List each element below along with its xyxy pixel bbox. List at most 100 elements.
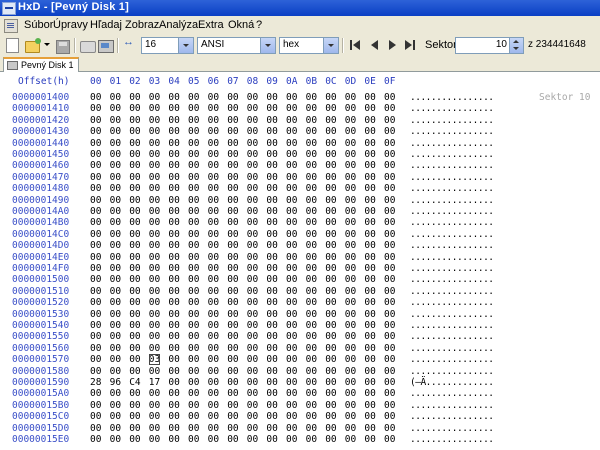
hex-byte[interactable]: 00 (110, 217, 121, 228)
hex-byte[interactable]: 00 (129, 160, 140, 171)
hex-byte[interactable]: 00 (384, 240, 395, 251)
hex-byte[interactable]: 00 (90, 423, 101, 434)
hex-byte[interactable]: 00 (247, 377, 258, 388)
hex-byte[interactable]: 00 (384, 297, 395, 308)
hex-byte[interactable]: 00 (110, 274, 121, 285)
hex-byte[interactable]: 00 (364, 263, 375, 274)
hex-byte[interactable]: 00 (286, 286, 297, 297)
hex-byte[interactable]: 00 (188, 434, 199, 445)
hex-byte[interactable]: 00 (208, 195, 219, 206)
hex-byte[interactable]: 00 (286, 274, 297, 285)
hex-byte[interactable]: 00 (266, 240, 277, 251)
hex-byte[interactable]: 00 (364, 138, 375, 149)
hex-byte[interactable]: 00 (227, 138, 238, 149)
hex-byte[interactable]: 00 (325, 388, 336, 399)
hex-byte[interactable]: 00 (384, 309, 395, 320)
hex-byte[interactable]: 00 (129, 400, 140, 411)
text-column[interactable]: ................ (410, 126, 494, 137)
hex-byte[interactable]: 00 (227, 400, 238, 411)
hex-byte[interactable]: 00 (227, 309, 238, 320)
hex-byte[interactable]: 00 (345, 217, 356, 228)
hex-byte[interactable]: 00 (110, 366, 121, 377)
hex-byte[interactable]: 00 (306, 252, 317, 263)
hex-byte[interactable]: 00 (149, 423, 160, 434)
hex-byte[interactable]: 00 (149, 309, 160, 320)
hex-byte[interactable]: 00 (90, 411, 101, 422)
hex-byte[interactable]: 00 (110, 126, 121, 137)
hex-byte[interactable]: 00 (149, 400, 160, 411)
hex-byte[interactable]: 00 (266, 411, 277, 422)
hex-byte[interactable]: 00 (306, 388, 317, 399)
hex-byte[interactable]: 00 (90, 183, 101, 194)
hex-byte[interactable]: 00 (110, 434, 121, 445)
hex-byte[interactable]: 96 (110, 377, 121, 388)
hex-byte[interactable]: 00 (345, 434, 356, 445)
hex-byte[interactable]: 00 (345, 400, 356, 411)
hex-byte[interactable]: 00 (364, 366, 375, 377)
hex-byte[interactable]: 00 (149, 263, 160, 274)
hex-byte[interactable]: 00 (266, 388, 277, 399)
hex-byte[interactable]: 00 (168, 354, 179, 365)
hex-byte[interactable]: 00 (266, 252, 277, 263)
hex-byte[interactable]: 00 (384, 411, 395, 422)
hex-byte[interactable]: 00 (149, 206, 160, 217)
hex-byte[interactable]: 00 (345, 103, 356, 114)
hex-byte[interactable]: 00 (110, 195, 121, 206)
hex-byte[interactable]: 00 (384, 206, 395, 217)
hex-byte[interactable]: 00 (149, 217, 160, 228)
hex-byte[interactable]: 00 (208, 331, 219, 342)
hex-byte[interactable]: 00 (286, 354, 297, 365)
hex-byte[interactable]: 00 (286, 434, 297, 445)
hex-byte[interactable]: 00 (168, 206, 179, 217)
menu-extra[interactable]: Extra (198, 19, 224, 31)
hex-byte[interactable]: 00 (325, 354, 336, 365)
hex-byte[interactable]: 00 (306, 331, 317, 342)
hex-byte[interactable]: 00 (364, 423, 375, 434)
hex-byte[interactable]: 00 (286, 103, 297, 114)
hex-byte[interactable]: 00 (188, 343, 199, 354)
hex-byte[interactable]: 00 (129, 240, 140, 251)
hex-byte[interactable]: 00 (168, 240, 179, 251)
hex-byte[interactable]: 00 (325, 320, 336, 331)
charset-combo[interactable]: ANSI (197, 37, 276, 54)
hex-byte[interactable]: 00 (110, 172, 121, 183)
hex-byte[interactable]: 00 (110, 138, 121, 149)
text-column[interactable]: ................ (410, 297, 494, 308)
hex-byte[interactable]: 00 (168, 309, 179, 320)
hex-byte[interactable]: 00 (188, 297, 199, 308)
hex-byte[interactable]: 00 (227, 366, 238, 377)
hex-byte[interactable]: 00 (90, 343, 101, 354)
hex-byte[interactable]: 00 (266, 263, 277, 274)
hex-byte[interactable]: 00 (364, 434, 375, 445)
hex-byte[interactable]: 00 (247, 103, 258, 114)
text-column[interactable]: ................ (410, 400, 494, 411)
hex-byte[interactable]: 00 (168, 149, 179, 160)
hex-byte[interactable]: 00 (306, 343, 317, 354)
hex-byte[interactable]: 00 (247, 388, 258, 399)
hex-byte[interactable]: 00 (364, 354, 375, 365)
hex-byte[interactable]: 00 (384, 115, 395, 126)
hex-byte[interactable]: 00 (345, 149, 356, 160)
hex-byte[interactable]: 00 (266, 217, 277, 228)
hex-byte[interactable]: 00 (325, 263, 336, 274)
hex-byte[interactable]: 00 (188, 103, 199, 114)
hex-byte[interactable]: 00 (364, 320, 375, 331)
hex-byte[interactable]: 00 (208, 240, 219, 251)
hex-byte[interactable]: 00 (188, 126, 199, 137)
hex-byte[interactable]: 00 (345, 388, 356, 399)
hex-byte[interactable]: 00 (286, 172, 297, 183)
hex-byte[interactable]: 00 (247, 354, 258, 365)
hex-byte[interactable]: 00 (247, 92, 258, 103)
hex-byte[interactable]: 00 (266, 423, 277, 434)
hex-byte[interactable]: 00 (90, 331, 101, 342)
hex-byte[interactable]: 00 (168, 388, 179, 399)
text-column[interactable]: ................ (410, 183, 494, 194)
hex-byte[interactable]: 00 (227, 126, 238, 137)
hex-byte[interactable]: 00 (227, 115, 238, 126)
hex-byte[interactable]: 00 (168, 274, 179, 285)
hex-byte[interactable]: 00 (325, 297, 336, 308)
hex-byte[interactable]: 00 (208, 423, 219, 434)
hex-byte[interactable]: 00 (168, 263, 179, 274)
hex-byte[interactable]: 00 (306, 103, 317, 114)
hex-byte[interactable]: 00 (247, 309, 258, 320)
